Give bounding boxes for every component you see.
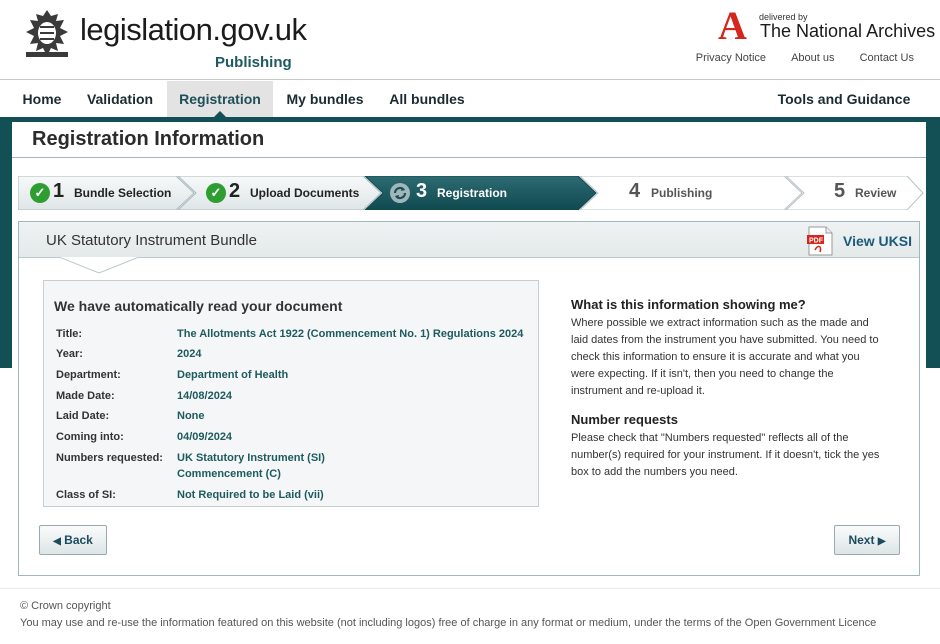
class-of-si-value: Not Required to be Laid (vii) (177, 489, 324, 501)
nav-my-bundles[interactable]: My bundles (276, 81, 374, 117)
panel-pointer-notch (59, 257, 139, 274)
step-3-label: Registration (437, 186, 508, 200)
triangle-left-icon: ◀ (53, 536, 61, 547)
tna-logo-icon: A (718, 3, 747, 48)
nav-validation[interactable]: Validation (76, 81, 164, 117)
panel-title: UK Statutory Instrument Bundle (46, 232, 257, 249)
help-numbers-line: Please check that "Numbers requested" re… (571, 432, 849, 444)
nav-home[interactable]: Home (12, 81, 72, 117)
pdf-icon[interactable]: PDF (806, 226, 834, 256)
coming-into-label: Coming into: (56, 431, 124, 443)
tna-name[interactable]: The National Archives (760, 21, 935, 42)
help-heading-numbers: Number requests (571, 412, 678, 427)
help-what-line: laid dates from the instrument you have … (571, 334, 879, 346)
site-name[interactable]: legislation.gov.uk (80, 12, 307, 48)
svg-text:PDF: PDF (809, 238, 824, 245)
page-title: Registration Information (32, 128, 265, 150)
step-1-check-icon: ✓ (30, 183, 50, 203)
next-button-label: Next (848, 533, 875, 547)
licence-text: You may use and re-use the information f… (20, 617, 877, 629)
step-2-number: 2 (229, 180, 241, 202)
step-1-number: 1 (53, 180, 65, 202)
laid-date-label: Laid Date: (56, 410, 110, 422)
help-numbers-line: number(s) required for your instrument. … (571, 449, 880, 461)
step-2-check-icon: ✓ (206, 183, 226, 203)
nav-all-bundles[interactable]: All bundles (378, 81, 476, 117)
title-label: Title: (56, 328, 83, 340)
help-paragraph-numbers: Please check that "Numbers requested" re… (571, 430, 901, 481)
title-value: The Allotments Act 1922 (Commencement No… (177, 328, 524, 340)
auto-read-info-box: We have automatically read your document… (43, 280, 539, 507)
help-paragraph-what: Where possible we extract information su… (571, 315, 901, 400)
department-label: Department: (56, 369, 121, 381)
department-value: Department of Health (177, 369, 289, 381)
coming-into-value: 04/09/2024 (177, 431, 233, 443)
numbers-requested-value-si: UK Statutory Instrument (SI) (177, 452, 325, 464)
main-nav: Home Validation Registration My bundles … (0, 81, 940, 117)
step-4-label: Publishing (651, 186, 713, 200)
panel-header: UK Statutory Instrument Bundle PDF View … (19, 222, 919, 258)
info-heading: We have automatically read your document (54, 298, 343, 314)
made-date-label: Made Date: (56, 390, 115, 402)
step-2-label[interactable]: Upload Documents (250, 186, 359, 200)
bundle-panel: UK Statutory Instrument Bundle PDF View … (18, 221, 920, 576)
site-subtitle: Publishing (215, 54, 292, 71)
royal-crest-logo (26, 10, 68, 57)
step-3-refresh-icon (390, 183, 410, 203)
help-what-line: check this information to ensure it is a… (571, 351, 860, 363)
about-us-link[interactable]: About us (791, 52, 834, 64)
made-date-value: 14/08/2024 (177, 390, 233, 402)
help-what-line: Where possible we extract information su… (571, 317, 869, 329)
back-button[interactable]: ◀ Back (39, 525, 107, 555)
step-5-number: 5 (834, 180, 846, 202)
help-what-line: instrument and re-upload it. (571, 385, 705, 397)
nav-registration[interactable]: Registration (167, 81, 273, 117)
back-button-label: Back (64, 533, 93, 547)
numbers-requested-value-c: Commencement (C) (177, 468, 281, 480)
year-label: Year: (56, 348, 83, 360)
view-uksi-link[interactable]: View UKSI (843, 233, 912, 249)
footer: © Crown copyright You may use and re-use… (0, 588, 940, 644)
title-bar: Registration Information (12, 122, 926, 158)
class-of-si-label: Class of SI: (56, 489, 116, 501)
laid-date-value: None (177, 410, 205, 422)
help-heading-what: What is this information showing me? (571, 297, 806, 312)
nav-tools-guidance[interactable]: Tools and Guidance (766, 81, 922, 117)
step-5-label: Review (855, 186, 897, 200)
contact-us-link[interactable]: Contact Us (860, 52, 914, 64)
site-header: legislation.gov.uk Publishing A delivere… (0, 0, 940, 80)
numbers-requested-label: Numbers requested: (56, 452, 163, 464)
step-3-number: 3 (416, 180, 428, 202)
crown-copyright: © Crown copyright (20, 600, 111, 612)
help-what-line: were expecting. If it isn't, then you ne… (571, 368, 834, 380)
step-4-number: 4 (629, 180, 641, 202)
privacy-notice-link[interactable]: Privacy Notice (696, 52, 766, 64)
progress-stepper: ✓ 1 Bundle Selection ✓ 2 Upload Document… (18, 176, 924, 210)
top-links: Privacy Notice About us Contact Us (674, 52, 914, 64)
next-button[interactable]: Next ▶ (834, 525, 900, 555)
year-value: 2024 (177, 348, 202, 360)
step-1-label[interactable]: Bundle Selection (74, 186, 171, 200)
help-numbers-line: box to add the numbers you need. (571, 466, 738, 478)
triangle-right-icon: ▶ (877, 536, 886, 547)
